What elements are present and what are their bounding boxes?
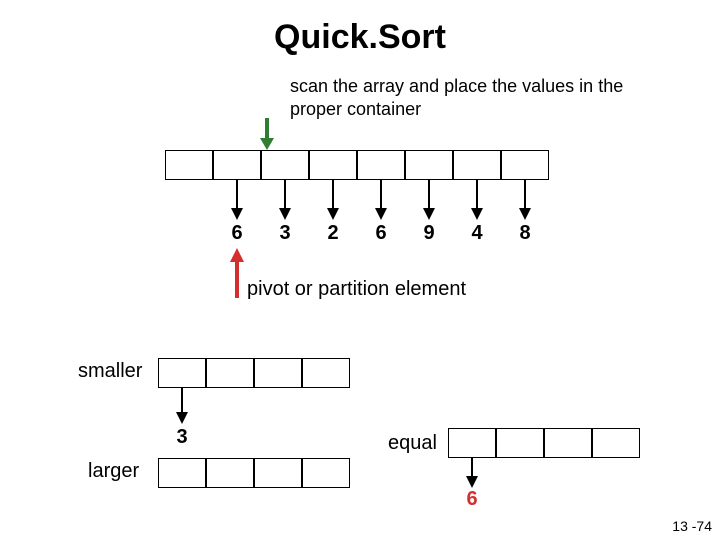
equal-value: 6	[457, 488, 487, 511]
main-value: 3	[270, 222, 300, 245]
equal-arrow-icon	[462, 458, 482, 488]
main-cell	[357, 150, 405, 180]
main-value: 6	[222, 222, 252, 245]
equal-cell	[544, 428, 592, 458]
larger-label: larger	[88, 460, 139, 483]
value-arrow-icon	[515, 180, 535, 220]
main-value: 8	[510, 222, 540, 245]
smaller-value: 3	[167, 426, 197, 449]
equal-cell	[592, 428, 640, 458]
pivot-label: pivot or partition element	[247, 278, 466, 301]
value-arrow-icon	[275, 180, 295, 220]
main-cell	[405, 150, 453, 180]
main-value: 2	[318, 222, 348, 245]
equal-cell	[496, 428, 544, 458]
larger-cell	[302, 458, 350, 488]
instruction-text: scan the array and place the values in t…	[290, 75, 630, 120]
equal-label: equal	[388, 432, 437, 455]
value-arrow-icon	[419, 180, 439, 220]
main-cell	[453, 150, 501, 180]
value-arrow-icon	[371, 180, 391, 220]
value-arrow-icon	[467, 180, 487, 220]
smaller-label: smaller	[78, 360, 142, 383]
main-cell	[501, 150, 549, 180]
smaller-arrow-icon	[172, 388, 192, 424]
main-value: 6	[366, 222, 396, 245]
smaller-cell	[254, 358, 302, 388]
main-cell	[261, 150, 309, 180]
main-cell	[213, 150, 261, 180]
page-number: 13 -74	[672, 518, 712, 534]
main-cell	[309, 150, 357, 180]
scan-arrow-icon	[257, 118, 277, 150]
larger-cell	[158, 458, 206, 488]
main-value: 4	[462, 222, 492, 245]
main-value: 9	[414, 222, 444, 245]
smaller-cell	[302, 358, 350, 388]
value-arrow-icon	[227, 180, 247, 220]
main-cell	[165, 150, 213, 180]
larger-cell	[206, 458, 254, 488]
larger-cell	[254, 458, 302, 488]
equal-cell	[448, 428, 496, 458]
pivot-arrow-icon	[227, 248, 247, 298]
page-title: Quick.Sort	[0, 18, 720, 57]
smaller-cell	[206, 358, 254, 388]
value-arrow-icon	[323, 180, 343, 220]
smaller-cell	[158, 358, 206, 388]
